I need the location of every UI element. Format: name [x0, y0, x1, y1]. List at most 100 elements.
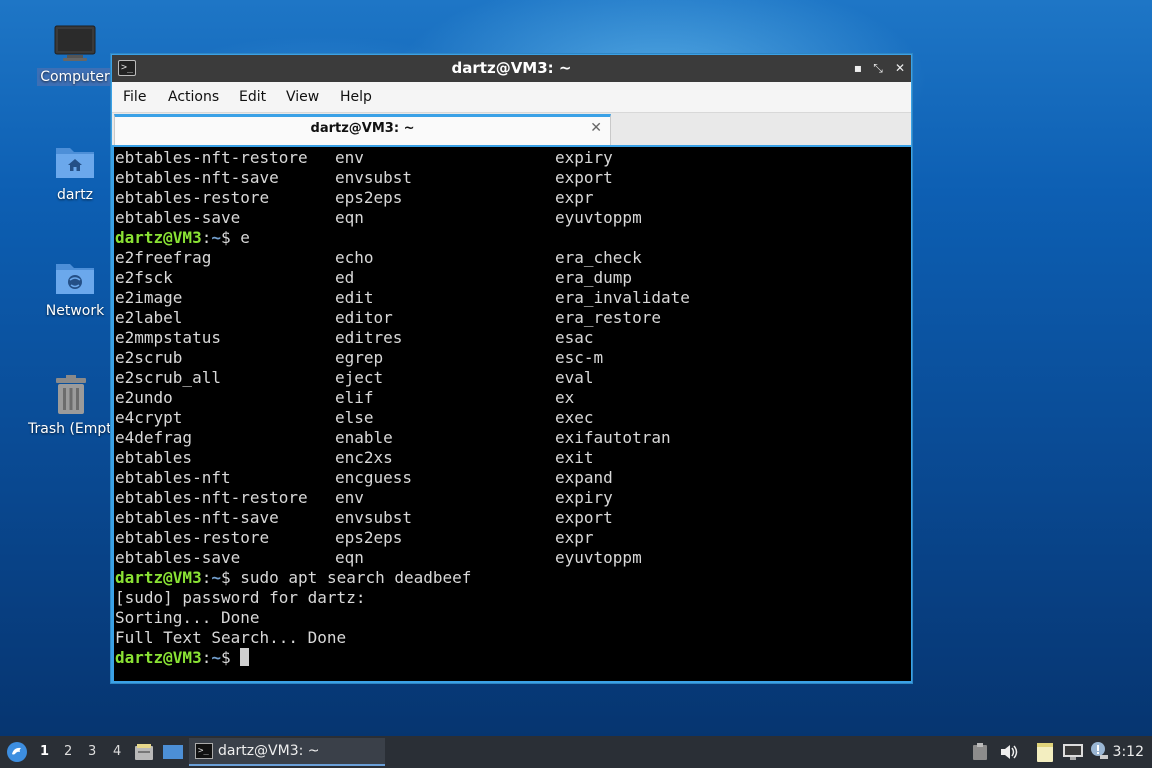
prompt-symbol: $	[220, 228, 241, 247]
completion-entry: ed	[335, 268, 355, 287]
completion-entry: exifautotran	[555, 428, 671, 447]
desktop-icon-computer[interactable]: Computer	[33, 24, 117, 86]
desktop-icon-home[interactable]: dartz	[33, 142, 117, 204]
terminal-icon: >_	[195, 743, 213, 759]
desktop-icon-label: Network	[45, 303, 105, 319]
completion-row: ebtables-save eqn eyuvtoppm	[114, 208, 911, 228]
tab-terminal[interactable]: dartz@VM3: ~ ✕	[114, 114, 611, 145]
home-folder-icon	[56, 148, 94, 178]
completion-entry: ebtables-save	[115, 208, 241, 227]
completion-entry: ebtables-nft-restore	[115, 148, 308, 167]
completion-entry: export	[555, 508, 613, 527]
completion-row: ebtables-nft-save envsubst export	[114, 508, 911, 528]
workspace-3[interactable]: 3	[88, 744, 96, 759]
output-line: Sorting... Done	[115, 608, 260, 627]
completion-entry: eval	[555, 368, 594, 387]
menu-file[interactable]: File	[123, 89, 146, 105]
completion-entry: eject	[335, 368, 384, 387]
completion-entry: e2freefrag	[115, 248, 212, 267]
completion-entry: ebtables-restore	[115, 528, 270, 547]
completion-entry: eqn	[335, 208, 364, 227]
prompt-separator: :	[201, 648, 212, 667]
completion-entry: env	[335, 488, 364, 507]
completion-entry: encguess	[335, 468, 413, 487]
desktop-icon-label: dartz	[56, 187, 94, 203]
completion-entry: e2image	[115, 288, 183, 307]
network-icon[interactable]	[1062, 742, 1084, 762]
desktop-icon-network[interactable]: Network	[33, 258, 117, 320]
workspace-4[interactable]: 4	[113, 744, 121, 759]
show-desktop-icon[interactable]	[162, 744, 184, 760]
terminal-output[interactable]: ebtables-nft-restore env expiry ebtables-nf…	[114, 147, 911, 681]
workspace-1[interactable]: 1	[40, 744, 49, 759]
desktop-icon-trash[interactable]: Trash (Empty)	[28, 374, 114, 438]
trash-icon	[56, 375, 86, 414]
completion-entry: envsubst	[335, 508, 413, 527]
workspace-2[interactable]: 2	[64, 744, 72, 759]
menubar: File Actions Edit View Help	[112, 82, 911, 113]
volume-icon[interactable]	[999, 743, 1019, 761]
network-folder-icon	[56, 264, 94, 294]
prompt-path: ~	[211, 648, 221, 667]
close-button[interactable]: ✕	[893, 60, 907, 76]
prompt-user: dartz@VM3	[115, 648, 202, 667]
completion-entry: exit	[555, 448, 594, 467]
completion-entry: eqn	[335, 548, 364, 567]
window-title: dartz@VM3: ~	[451, 59, 572, 77]
text-cursor	[240, 648, 250, 666]
prompt-separator: :	[201, 228, 212, 247]
start-menu-icon[interactable]	[6, 741, 28, 763]
completion-entry: ebtables-nft-save	[115, 168, 279, 187]
completion-entry: expr	[555, 188, 594, 207]
menu-help[interactable]: Help	[340, 89, 372, 105]
completion-entry: e2label	[115, 308, 183, 327]
menu-actions[interactable]: Actions	[168, 89, 219, 105]
completion-entry: elif	[335, 388, 374, 407]
completion-row: e2scrub egrep esc-m	[114, 348, 911, 368]
completion-entry: ebtables-save	[115, 548, 241, 567]
task-label: dartz@VM3: ~	[218, 743, 320, 759]
completion-entry: e4crypt	[115, 408, 183, 427]
file-manager-icon[interactable]	[134, 743, 154, 761]
completion-entry: e2mmpstatus	[115, 328, 221, 347]
completion-entry: egrep	[335, 348, 384, 367]
prompt-path: ~	[211, 228, 221, 247]
clipboard-icon[interactable]	[972, 743, 988, 761]
completion-entry: expr	[555, 528, 594, 547]
command-text: e	[240, 228, 250, 247]
tab-bar: dartz@VM3: ~ ✕	[112, 113, 911, 145]
menu-edit[interactable]: Edit	[239, 89, 266, 105]
completion-entry: e2undo	[115, 388, 173, 407]
window-titlebar[interactable]: >_ dartz@VM3: ~ ▪ ⤡ ✕	[112, 55, 911, 82]
completion-row: ebtables-nft-restore env expiry	[114, 148, 911, 168]
prompt-line: dartz@VM3:~$	[114, 648, 911, 668]
completion-entry: e2fsck	[115, 268, 173, 287]
completion-entry: else	[335, 408, 374, 427]
tab-close-button[interactable]: ✕	[590, 120, 602, 136]
completion-row: ebtables-nft-restore env expiry	[114, 488, 911, 508]
completion-entry: era_check	[555, 248, 642, 267]
completion-entry: enable	[335, 428, 393, 447]
completion-entry: e4defrag	[115, 428, 193, 447]
completion-entry: e2scrub	[115, 348, 183, 367]
minimize-button[interactable]: ▪	[851, 60, 865, 76]
prompt-user: dartz@VM3	[115, 568, 202, 587]
completion-entry: era_invalidate	[555, 288, 690, 307]
completion-entry: env	[335, 148, 364, 167]
completion-entry: expiry	[555, 488, 613, 507]
notes-icon[interactable]	[1035, 741, 1055, 763]
maximize-button[interactable]: ⤡	[871, 60, 885, 76]
prompt-symbol: $	[220, 568, 241, 587]
completion-entry: eyuvtoppm	[555, 208, 642, 227]
menu-view[interactable]: View	[286, 89, 319, 105]
completion-entry: expand	[555, 468, 613, 487]
notification-icon[interactable]	[1090, 741, 1110, 761]
completion-entry: eyuvtoppm	[555, 548, 642, 567]
clock[interactable]: 3:12	[1113, 744, 1144, 760]
taskbar: 1 2 3 4 >_ dartz@VM3: ~ 3:12	[0, 736, 1152, 768]
completion-row: ebtables-restore eps2eps expr	[114, 188, 911, 208]
prompt-symbol: $	[220, 648, 241, 667]
completion-row: e2mmpstatus editres esac	[114, 328, 911, 348]
taskbar-task-terminal[interactable]: >_ dartz@VM3: ~	[189, 738, 385, 766]
completion-entry: ebtables	[115, 448, 193, 467]
